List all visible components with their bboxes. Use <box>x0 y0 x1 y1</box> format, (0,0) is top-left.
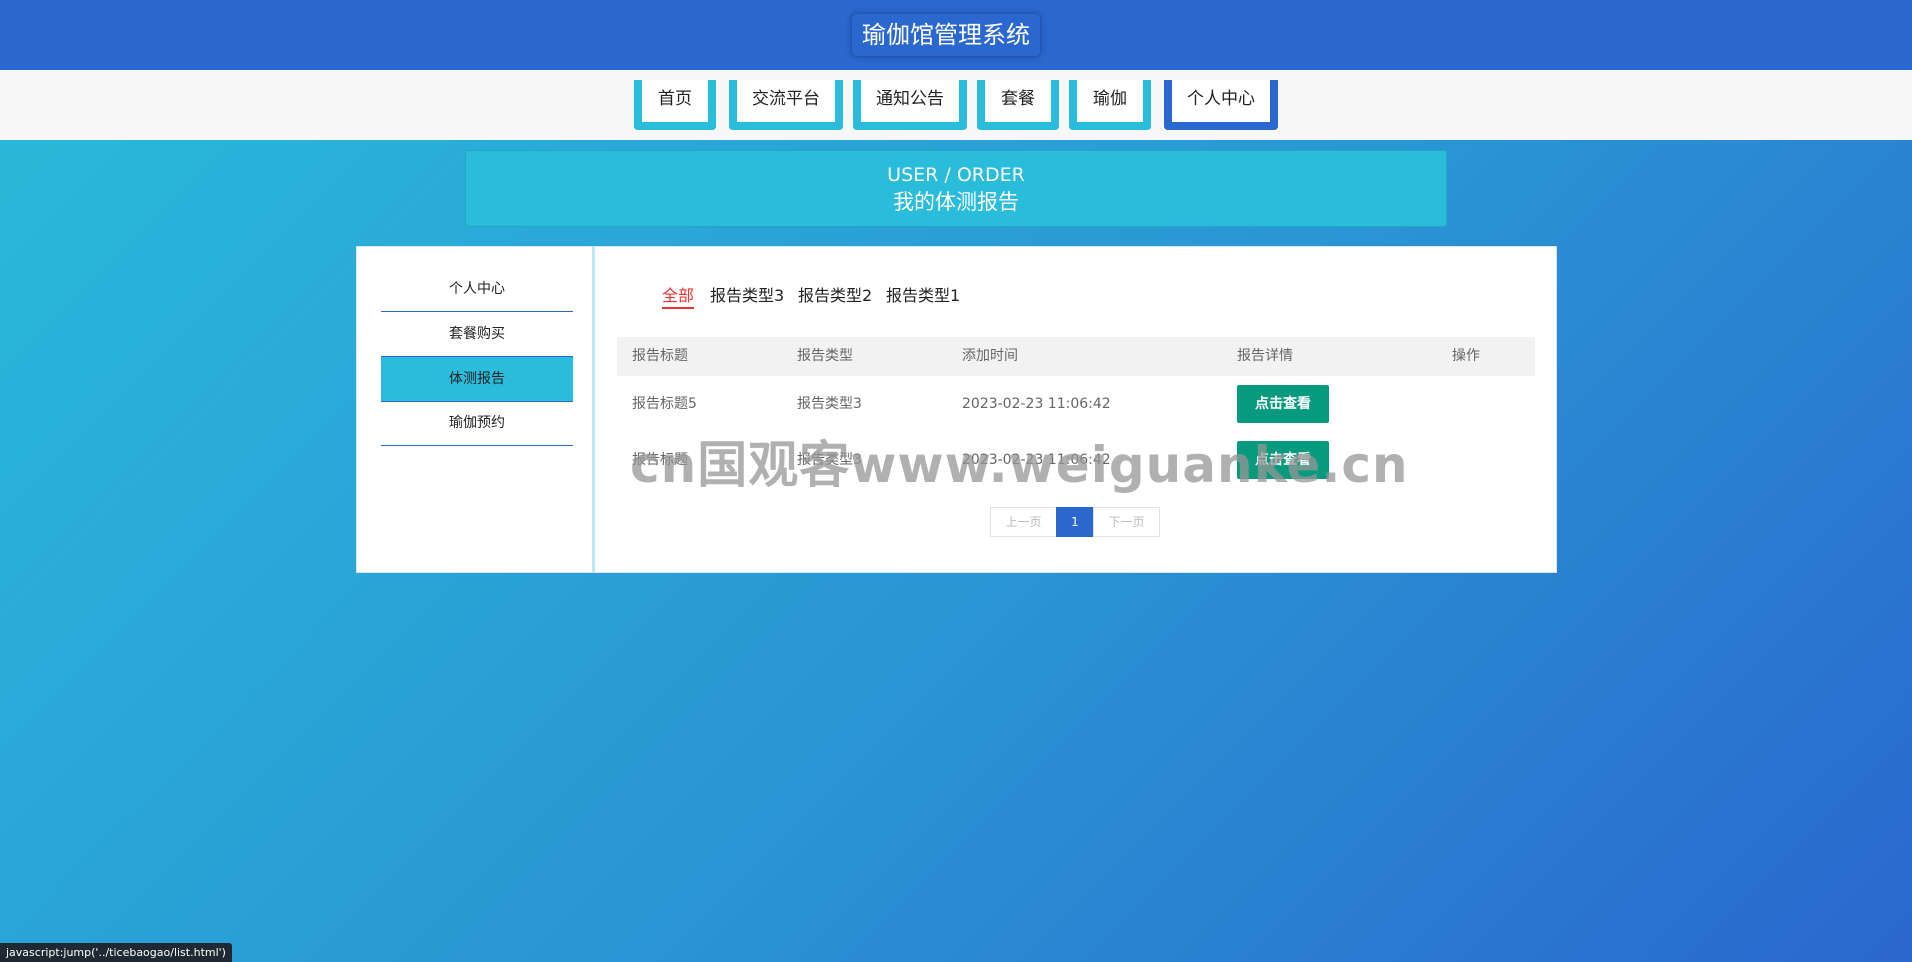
table-row: 报告标题 报告类型3 2023-02-23 11:06:42 点击查看 <box>617 432 1535 488</box>
tab-report-type-3[interactable]: 报告类型3 <box>710 285 784 307</box>
col-type-header: 报告类型 <box>797 348 853 364</box>
nav-item-home[interactable]: 首页 <box>634 80 716 130</box>
tab-report-type-1[interactable]: 报告类型1 <box>886 285 960 307</box>
nav-item-notices[interactable]: 通知公告 <box>853 80 967 130</box>
sidebar-item-user-center[interactable]: 个人中心 <box>381 267 573 312</box>
report-title: 报告标题 <box>632 452 688 468</box>
browser-status-bar: javascript:jump('../ticebaogao/list.html… <box>0 943 232 962</box>
report-type: 报告类型3 <box>797 396 862 412</box>
report-time: 2023-02-23 11:06:42 <box>962 452 1111 468</box>
nav-item-user-center[interactable]: 个人中心 <box>1164 80 1278 130</box>
report-table: 报告标题 报告类型 添加时间 报告详情 操作 报告标题5 报告类型3 2023-… <box>617 337 1535 488</box>
content-panel: 个人中心 套餐购买 体测报告 瑜伽预约 全部 报告类型3 报告类型2 报告类型1… <box>356 246 1557 573</box>
report-time: 2023-02-23 11:06:42 <box>962 396 1111 412</box>
sidebar-item-package-purchase[interactable]: 套餐购买 <box>381 312 573 357</box>
nav-item-packages[interactable]: 套餐 <box>977 80 1059 130</box>
page-1-button[interactable]: 1 <box>1056 507 1094 537</box>
page-title: 我的体测报告 <box>893 190 1019 214</box>
report-type: 报告类型3 <box>797 452 862 468</box>
next-page-button[interactable]: 下一页 <box>1093 507 1160 537</box>
sidebar-item-yoga-booking[interactable]: 瑜伽预约 <box>381 401 573 446</box>
nav-item-yoga[interactable]: 瑜伽 <box>1069 80 1151 130</box>
report-title: 报告标题5 <box>632 396 697 412</box>
banner-subtitle: USER / ORDER <box>887 164 1025 186</box>
col-title-header: 报告标题 <box>632 348 688 364</box>
sidebar: 个人中心 套餐购买 体测报告 瑜伽预约 <box>357 247 595 572</box>
col-time-header: 添加时间 <box>962 348 1018 364</box>
site-title: 瑜伽馆管理系统 <box>851 13 1041 57</box>
table-header: 报告标题 报告类型 添加时间 报告详情 操作 <box>617 337 1535 376</box>
tab-report-type-2[interactable]: 报告类型2 <box>798 285 872 307</box>
top-header: 瑜伽馆管理系统 <box>0 0 1912 70</box>
tab-all[interactable]: 全部 <box>662 285 695 309</box>
nav-item-forum[interactable]: 交流平台 <box>729 80 843 130</box>
col-action-header: 操作 <box>1452 348 1480 364</box>
view-detail-button[interactable]: 点击查看 <box>1237 385 1329 423</box>
table-row: 报告标题5 报告类型3 2023-02-23 11:06:42 点击查看 <box>617 376 1535 432</box>
page-banner: USER / ORDER 我的体测报告 <box>465 150 1447 227</box>
main-nav: 首页 交流平台 通知公告 套餐 瑜伽 个人中心 <box>0 70 1912 140</box>
sidebar-item-fitness-report[interactable]: 体测报告 <box>381 357 573 402</box>
view-detail-button[interactable]: 点击查看 <box>1237 441 1329 479</box>
col-detail-header: 报告详情 <box>1237 348 1293 364</box>
prev-page-button[interactable]: 上一页 <box>990 507 1057 537</box>
